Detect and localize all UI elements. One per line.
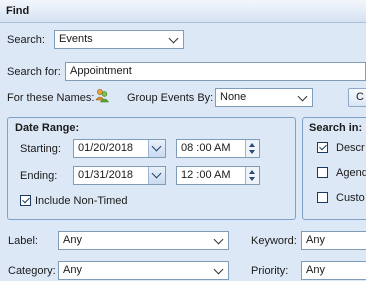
search-for-label: Search for: xyxy=(7,66,61,78)
chevron-down-icon xyxy=(168,33,179,44)
ending-time-input[interactable]: 12 :00 AM xyxy=(176,166,260,185)
starting-time-value: 08 :00 AM xyxy=(181,142,231,154)
priority-select[interactable]: Any xyxy=(301,261,366,280)
include-non-timed-label: Include Non-Timed xyxy=(35,195,128,207)
search-in-agenda-checkbox[interactable] xyxy=(317,167,328,178)
date-range-title: Date Range: xyxy=(15,122,80,134)
search-in-description-label: Descr xyxy=(336,142,365,154)
ending-time-value: 12 :00 AM xyxy=(181,169,231,181)
category-select[interactable]: Any xyxy=(58,261,229,280)
starting-date-picker[interactable]: 01/20/2018 xyxy=(73,139,166,158)
label-select-value: Any xyxy=(63,234,82,246)
starting-time-input[interactable]: 08 :00 AM xyxy=(176,139,260,158)
window-titlebar: Find xyxy=(0,0,366,23)
search-for-input[interactable]: Appointment xyxy=(65,62,366,81)
search-in-custom-checkbox[interactable] xyxy=(317,192,328,203)
starting-label: Starting: xyxy=(20,143,61,155)
starting-date-value: 01/20/2018 xyxy=(78,142,134,154)
category-field-label: Category: xyxy=(8,265,56,277)
keyword-select-value: Any xyxy=(306,234,325,246)
keyword-select[interactable]: Any xyxy=(301,231,366,250)
ending-date-picker[interactable]: 01/31/2018 xyxy=(73,166,166,185)
spin-up-icon[interactable] xyxy=(249,143,255,147)
spin-down-icon[interactable] xyxy=(249,177,255,181)
ending-date-value: 01/31/2018 xyxy=(78,169,134,181)
priority-field-label: Priority: xyxy=(251,265,289,277)
label-select[interactable]: Any xyxy=(58,231,229,250)
chevron-down-icon xyxy=(297,91,308,102)
spin-down-icon[interactable] xyxy=(249,150,255,154)
include-non-timed-checkbox[interactable] xyxy=(20,195,31,206)
calendar-dropdown-button[interactable] xyxy=(148,140,165,157)
starting-time-spinner[interactable] xyxy=(245,140,259,157)
group-events-value: None xyxy=(220,91,247,103)
group-events-select[interactable]: None xyxy=(215,88,313,107)
search-in-description-checkbox[interactable] xyxy=(317,142,328,153)
ending-label: Ending: xyxy=(20,170,58,182)
category-select-value: Any xyxy=(63,264,82,276)
label-field-label: Label: xyxy=(8,235,38,247)
search-label: Search: xyxy=(7,34,45,46)
clear-button[interactable]: C xyxy=(348,88,366,107)
chevron-down-icon xyxy=(151,168,162,179)
search-in-agenda-label: Agend xyxy=(336,167,366,179)
keyword-field-label: Keyword: xyxy=(251,235,297,247)
window-title: Find xyxy=(6,5,30,17)
chevron-down-icon xyxy=(213,234,224,245)
priority-select-value: Any xyxy=(306,264,325,276)
contacts-icon[interactable] xyxy=(95,88,109,103)
search-in-custom-label: Custo xyxy=(336,192,365,204)
search-type-value: Events xyxy=(59,33,93,45)
clear-button-label: C xyxy=(356,91,364,103)
ending-time-spinner[interactable] xyxy=(245,167,259,184)
spin-up-icon[interactable] xyxy=(249,170,255,174)
group-events-label: Group Events By: xyxy=(127,92,214,104)
search-in-title: Search in: xyxy=(309,122,363,134)
search-type-select[interactable]: Events xyxy=(54,30,184,49)
chevron-down-icon xyxy=(151,141,162,152)
chevron-down-icon xyxy=(213,264,224,275)
calendar-dropdown-button[interactable] xyxy=(148,167,165,184)
for-these-names-label: For these Names: xyxy=(7,92,95,104)
